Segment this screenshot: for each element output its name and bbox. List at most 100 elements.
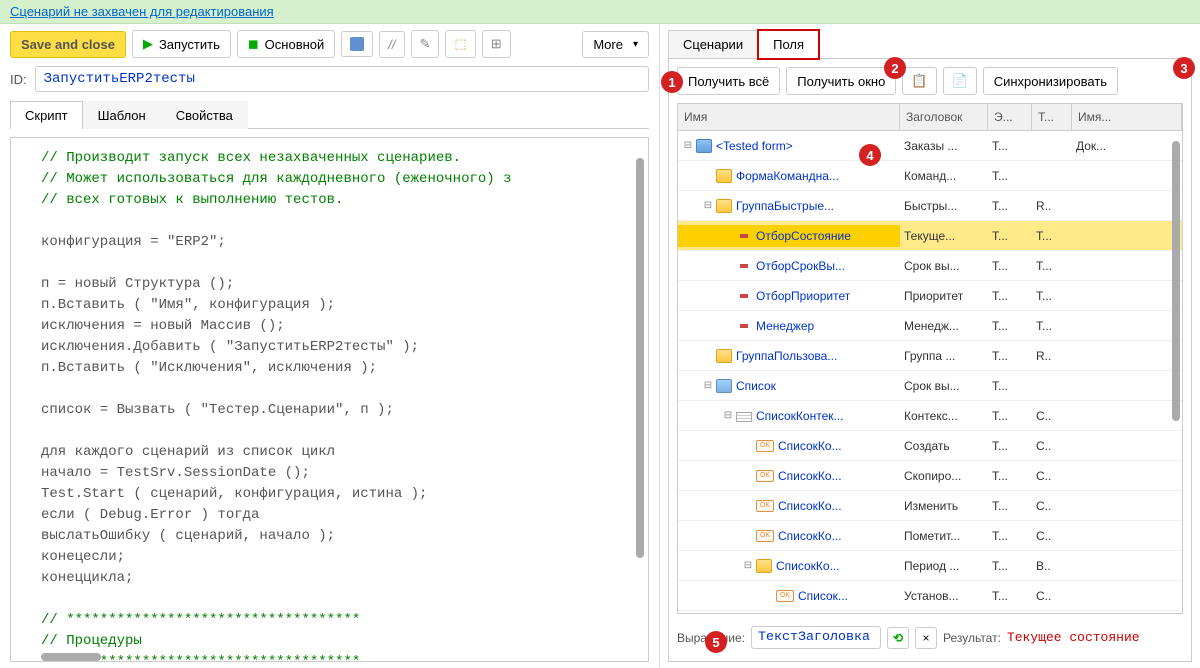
tree-item-name: СписокКо... <box>778 499 842 513</box>
run-button[interactable]: ▶Запустить <box>132 30 231 58</box>
get-all-button[interactable]: Получить всё <box>677 67 780 95</box>
code-line: // *********************************** <box>41 652 608 662</box>
tree-cell-t <box>1032 382 1072 390</box>
tab-script[interactable]: Скрипт <box>10 101 83 129</box>
col-el[interactable]: Э... <box>988 104 1032 130</box>
col-title[interactable]: Заголовок <box>900 104 988 130</box>
clipboard-button-2[interactable]: 📄 <box>943 67 977 95</box>
tree-cell-t: В.. <box>1032 555 1072 577</box>
table-icon <box>716 379 732 393</box>
context-icon <box>736 412 752 422</box>
tab-scenarios[interactable]: Сценарии <box>668 30 758 59</box>
tree-toggle[interactable] <box>742 470 754 482</box>
tree-row[interactable]: ⊟СписокКо...Период ...Т...В.. <box>678 551 1182 581</box>
tree-row[interactable]: ⊟СписокСрок вы...Т... <box>678 371 1182 401</box>
tree-cell-title: Текуще... <box>900 225 988 247</box>
tree-cell-el: Т... <box>988 525 1032 547</box>
tree-row[interactable]: ⊟<Tested form>Заказы ...Т...Док... <box>678 131 1182 161</box>
tree-row[interactable]: OKСписокКо...Скопиро...Т...С.. <box>678 461 1182 491</box>
expr-input[interactable] <box>751 626 881 649</box>
tree-row[interactable]: ОтборСрокВы...Срок вы...Т...Т... <box>678 251 1182 281</box>
tree-row[interactable]: ОтборСостояниеТекуще...Т...Т... <box>678 221 1182 251</box>
tree-toggle[interactable] <box>702 350 714 362</box>
code-line: если ( Debug.Error ) тогда <box>41 505 608 526</box>
tree-toggle[interactable]: ⊟ <box>722 410 734 422</box>
save-icon-button[interactable] <box>341 31 373 57</box>
toolbar-format-button[interactable]: ✎ <box>411 30 440 58</box>
col-nm[interactable]: Имя... <box>1072 104 1182 130</box>
sync-button[interactable]: Синхронизировать <box>983 67 1118 95</box>
tree-row[interactable]: МенеджерМенедж...Т...Т... <box>678 311 1182 341</box>
more-button[interactable]: More <box>582 31 649 58</box>
get-window-button[interactable]: Получить окно <box>786 67 896 95</box>
toolbar-link-button[interactable]: ⊞ <box>482 30 511 58</box>
tree-cell-title: Период ... <box>900 555 988 577</box>
tree-item-name: Список... <box>798 589 848 603</box>
tree-row[interactable]: ОтборПриоритетПриоритетТ...Т... <box>678 281 1182 311</box>
tree-cell-nm <box>1072 412 1182 420</box>
main-button[interactable]: ◼Основной <box>237 30 335 58</box>
tree-row[interactable]: ⊟ГруппаБыстрые...Быстры...Т...R.. <box>678 191 1182 221</box>
tree-toggle[interactable] <box>722 260 734 272</box>
tree-cell-nm <box>1072 352 1182 360</box>
code-scrollbar-horizontal[interactable] <box>41 653 101 661</box>
link-icon: ⊞ <box>491 36 502 52</box>
code-scrollbar-vertical[interactable] <box>636 158 644 558</box>
tree-row[interactable]: ФормаКомандна...Команд...Т... <box>678 161 1182 191</box>
code-line: конфигурация = "ERP2"; <box>41 232 608 253</box>
clipboard-check-icon: 📄 <box>952 73 968 89</box>
field-icon <box>740 324 748 328</box>
clear-button[interactable]: × <box>915 627 937 649</box>
tree-cell-t: С.. <box>1032 525 1072 547</box>
toolbar-tree-button[interactable]: ⬚ <box>445 30 475 58</box>
tree-toggle[interactable] <box>702 170 714 182</box>
tree-toggle[interactable]: ⊟ <box>702 380 714 392</box>
tab-properties[interactable]: Свойства <box>161 101 248 129</box>
tree-row[interactable]: ГруппаПользова...Группа ...Т...R.. <box>678 341 1182 371</box>
tree-toggle[interactable] <box>742 500 754 512</box>
tree-toggle[interactable] <box>742 440 754 452</box>
tree-row[interactable]: OKСписокКо...ИзменитьТ...С.. <box>678 491 1182 521</box>
tree-cell-el: Т... <box>988 435 1032 457</box>
toolbar-comment-button[interactable]: // <box>379 31 404 58</box>
col-t[interactable]: Т... <box>1032 104 1072 130</box>
code-line <box>41 379 608 400</box>
id-input[interactable] <box>35 66 649 92</box>
tree-row[interactable]: ⊟СписокКонтек...Контекс...Т...С.. <box>678 401 1182 431</box>
tree-row[interactable]: OKСписокКо...СоздатьТ...С.. <box>678 431 1182 461</box>
tree-row[interactable]: OKСписок...Установ...Т...С.. <box>678 581 1182 611</box>
warning-link[interactable]: Сценарий не захвачен для редактирования <box>10 4 274 19</box>
refresh-icon: ⟲ <box>893 631 903 645</box>
pencil-icon: ✎ <box>420 36 431 52</box>
badge-1: 1 <box>661 71 683 93</box>
tree-toggle[interactable] <box>722 290 734 302</box>
tree-scrollbar[interactable] <box>1172 141 1180 421</box>
tree-toggle[interactable]: ⊟ <box>682 140 694 152</box>
col-name[interactable]: Имя <box>678 104 900 130</box>
tree-toggle[interactable] <box>762 590 774 602</box>
tab-fields[interactable]: Поля <box>758 30 819 59</box>
tree-toggle[interactable]: ⊟ <box>742 560 754 572</box>
code-line: Test.Start ( сценарий, конфигурация, ист… <box>41 484 608 505</box>
tree-toggle[interactable]: ⊟ <box>702 200 714 212</box>
tree-toggle[interactable] <box>742 530 754 542</box>
tree-row[interactable]: OKСписокКо...Пометит...Т...С.. <box>678 521 1182 551</box>
code-line: // Процедуры <box>41 631 608 652</box>
tree-toggle[interactable] <box>722 320 734 332</box>
fields-toolbar: Получить всё Получить окно 📋 📄 Синхрониз… <box>677 67 1183 95</box>
square-icon: ◼ <box>248 36 259 52</box>
badge-3: 3 <box>1173 57 1195 79</box>
tab-template[interactable]: Шаблон <box>83 101 161 129</box>
tree-body: ⊟<Tested form>Заказы ...Т...Док...ФормаК… <box>677 131 1183 614</box>
field-icon <box>740 264 748 268</box>
clipboard-button-1[interactable]: 📋 <box>902 67 936 95</box>
save-close-button[interactable]: Save and close <box>10 31 126 58</box>
field-icon <box>740 294 748 298</box>
tree-item-name: СписокКонтек... <box>756 409 844 423</box>
refresh-button[interactable]: ⟲ <box>887 627 909 649</box>
slash-icon: // <box>388 37 395 52</box>
tree-toggle[interactable] <box>722 230 734 242</box>
code-editor[interactable]: // Производит запуск всех незахваченных … <box>10 137 649 662</box>
tree-item-name: ОтборСрокВы... <box>756 259 845 273</box>
tree-cell-nm <box>1072 292 1182 300</box>
